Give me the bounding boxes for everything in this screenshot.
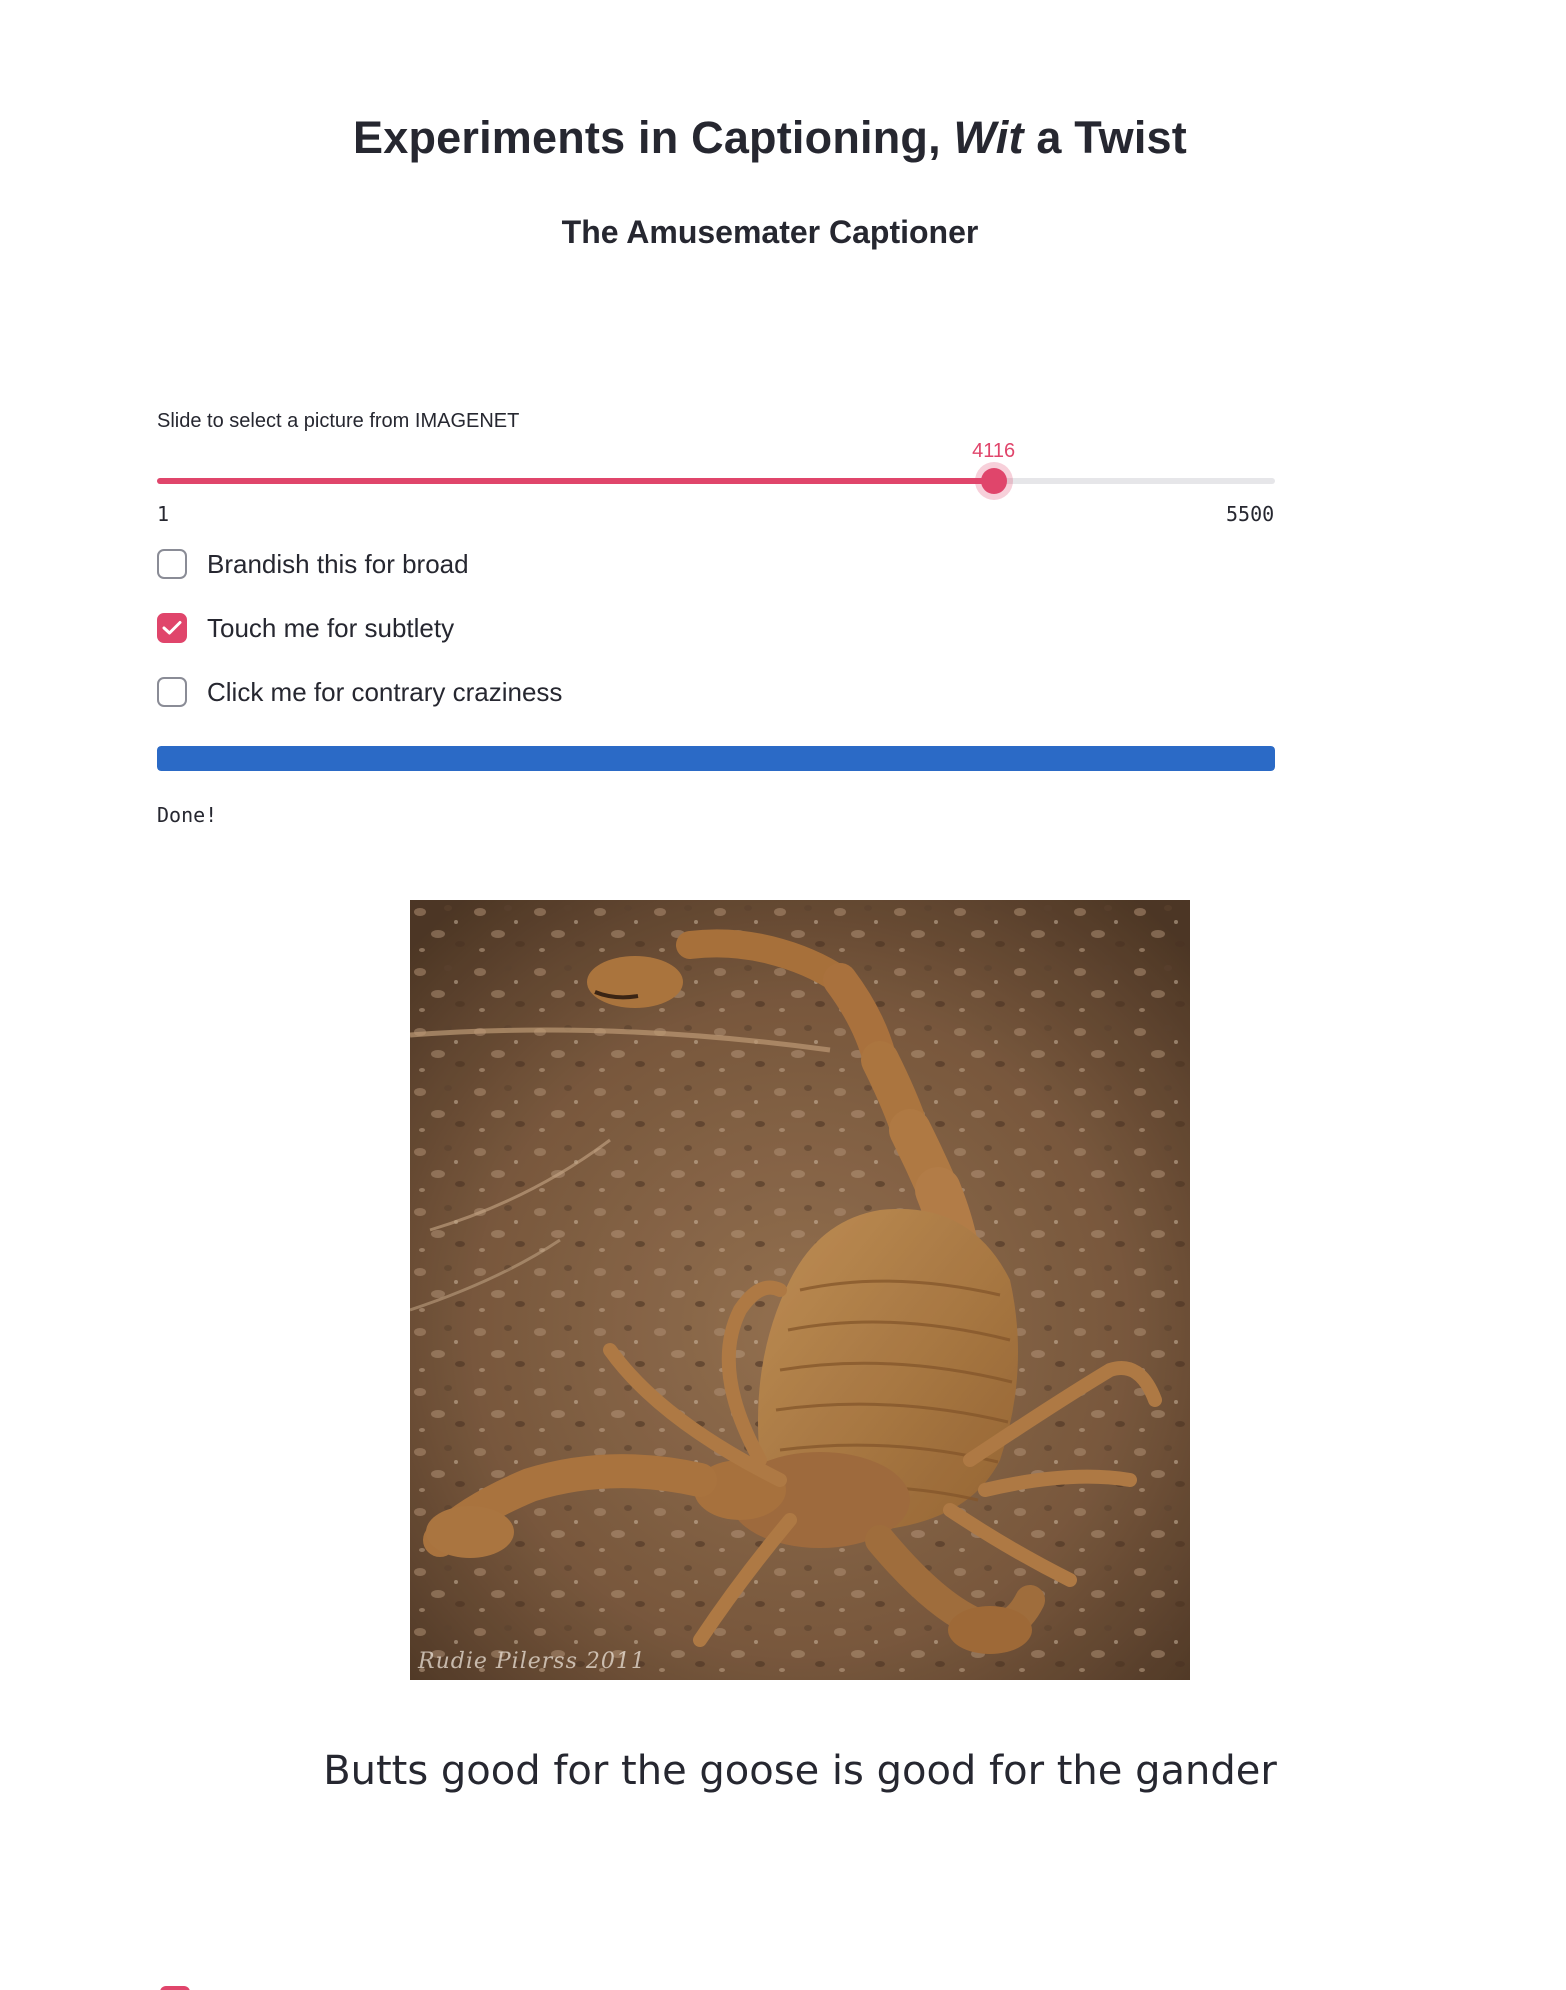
scorpion-photo: Rudie Pilerss 2011 (410, 900, 1190, 1680)
title-emphasis: Wit (953, 112, 1024, 163)
checkbox-broad-label: Brandish this for broad (207, 548, 469, 579)
checkbox-subtlety-label: Touch me for subtlety (207, 612, 455, 643)
app-page: Experiments in Captioning, Wit a Twist T… (0, 0, 1566, 1990)
slider-thumb[interactable] (980, 468, 1007, 494)
title-suffix: a Twist (1023, 112, 1187, 163)
checkbox-contrary-box[interactable] (157, 677, 187, 707)
checkbox-contrary-label: Click me for contrary craziness (207, 676, 563, 707)
checkbox-contrary[interactable]: Click me for contrary craziness (157, 674, 562, 710)
generated-caption: Butts good for the goose is good for the… (323, 1748, 1277, 1794)
slider-fill (157, 478, 994, 484)
photo-watermark: Rudie Pilerss 2011 (418, 1649, 646, 1674)
image-index-slider[interactable] (157, 466, 1275, 496)
title-prefix: Experiments in Captioning, (353, 112, 954, 163)
status-text: Done! (157, 803, 218, 827)
checkbox-subtlety-box[interactable] (157, 613, 187, 643)
slider-max-label: 5500 (1226, 502, 1275, 526)
scorpion-illustration (410, 900, 1190, 1680)
progress-fill (157, 746, 1275, 771)
page-subtitle: The Amusemater Captioner (561, 214, 979, 250)
checkbox-broad-box[interactable] (157, 549, 187, 579)
slider-min-label: 1 (157, 502, 170, 526)
page-title: Experiments in Captioning, Wit a Twist (0, 112, 1540, 164)
slider-value-label: 4116 (972, 440, 1016, 462)
check-icon (162, 621, 182, 635)
checkbox-subtlety[interactable]: Touch me for subtlety (157, 610, 454, 646)
slider-label: Slide to select a picture from IMAGENET (157, 410, 520, 432)
checkbox-broad[interactable]: Brandish this for broad (157, 546, 469, 582)
checkbox-partial-offscreen[interactable] (160, 1986, 190, 1990)
progress-bar (157, 746, 1275, 771)
